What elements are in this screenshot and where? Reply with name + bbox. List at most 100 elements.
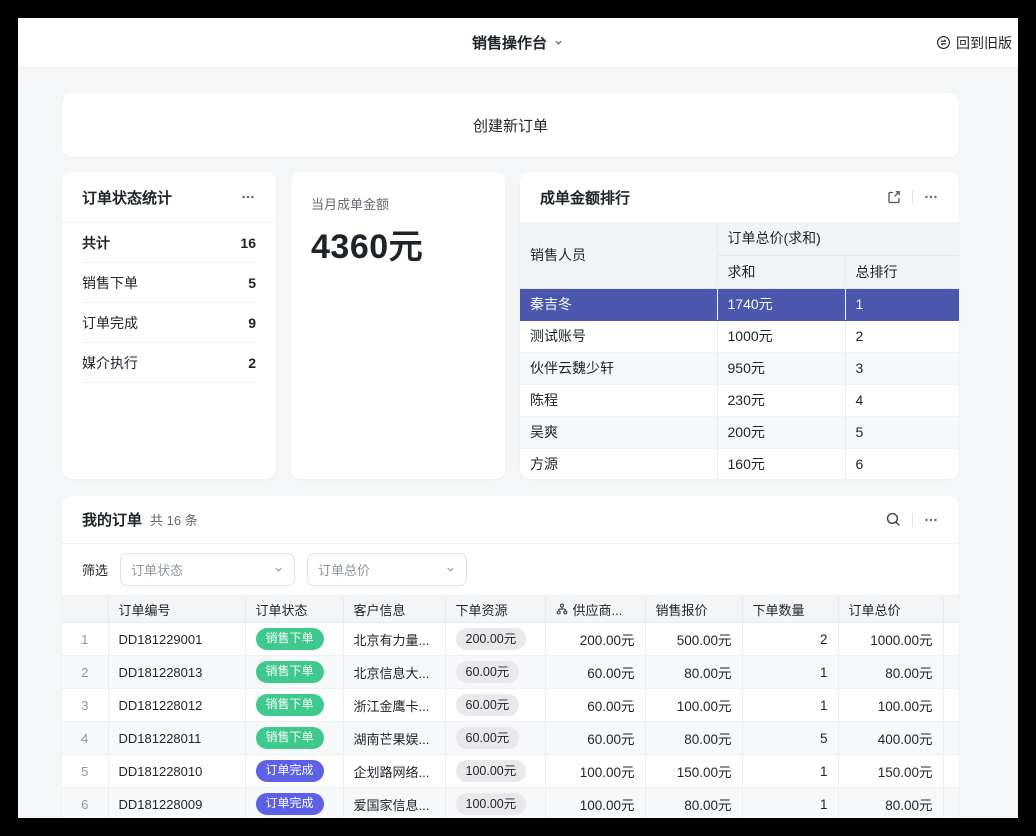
- chevron-down-icon: [273, 564, 284, 575]
- qty-cell: 1: [742, 656, 838, 689]
- person-name: 陈程: [520, 384, 717, 416]
- column-header-person[interactable]: 销售人员: [520, 222, 717, 288]
- more-icon[interactable]: [923, 189, 939, 205]
- filler-cell: [943, 788, 959, 819]
- monthly-amount-value: 4360元: [311, 219, 485, 268]
- table-row[interactable]: 3 DD181228012 销售下单 浙江金鹰卡... 60.00元 60.00…: [62, 689, 959, 722]
- create-order-button[interactable]: 创建新订单: [62, 93, 959, 157]
- row-number: 6: [62, 788, 108, 819]
- order-no-cell: DD181229001: [108, 623, 245, 656]
- search-icon[interactable]: [885, 511, 902, 528]
- column-header-filler: [943, 596, 959, 623]
- resource-cell: 60.00元: [445, 689, 545, 722]
- column-header-resource[interactable]: 下单资源: [445, 596, 545, 623]
- ranking-row[interactable]: 方源 160元 6: [520, 448, 959, 479]
- filler-cell: [943, 689, 959, 722]
- status-row-media[interactable]: 媒介执行 2: [82, 343, 256, 383]
- column-header-order-no[interactable]: 订单编号: [108, 596, 245, 623]
- table-row[interactable]: 5 DD181228010 订单完成 企划路网络... 100.00元 100.…: [62, 755, 959, 788]
- total-cell: 80.00元: [838, 788, 943, 819]
- table-row[interactable]: 2 DD181228013 销售下单 北京信息大... 60.00元 60.00…: [62, 656, 959, 689]
- column-header-total[interactable]: 订单总价: [838, 596, 943, 623]
- person-name: 伙伴云魏少轩: [520, 352, 717, 384]
- status-cell: 销售下单: [245, 722, 343, 755]
- order-status-filter-select[interactable]: 订单状态: [120, 553, 295, 586]
- column-header-supplier[interactable]: 供应商...: [545, 596, 645, 623]
- qty-cell: 5: [742, 722, 838, 755]
- status-label: 销售下单: [82, 273, 138, 293]
- resource-chip: 60.00元: [456, 661, 520, 683]
- rank-value: 1: [845, 288, 959, 320]
- resource-cell: 100.00元: [445, 755, 545, 788]
- open-in-new-icon[interactable]: [886, 189, 902, 205]
- total-cell: 100.00元: [838, 689, 943, 722]
- more-icon[interactable]: [923, 512, 939, 528]
- sum-value: 160元: [717, 448, 845, 479]
- sum-value: 200元: [717, 416, 845, 448]
- status-cell: 订单完成: [245, 755, 343, 788]
- supplier-cell: 100.00元: [545, 788, 645, 819]
- quote-cell: 80.00元: [645, 722, 742, 755]
- sum-value: 1740元: [717, 288, 845, 320]
- workspace-switcher[interactable]: 销售操作台: [472, 32, 564, 53]
- app-window: 销售操作台 回到旧版 创建新订单 订单状态统计: [18, 18, 1018, 818]
- ranking-row[interactable]: 吴爽 200元 5: [520, 416, 959, 448]
- column-header-customer[interactable]: 客户信息: [343, 596, 445, 623]
- order-total-filter-select[interactable]: 订单总价: [307, 553, 467, 586]
- row-number: 1: [62, 623, 108, 656]
- filler-cell: [943, 722, 959, 755]
- status-label: 订单完成: [82, 313, 138, 333]
- person-name: 测试账号: [520, 320, 717, 352]
- resource-cell: 60.00元: [445, 722, 545, 755]
- relation-field-icon: [556, 603, 568, 615]
- column-header-rank[interactable]: 总排行: [845, 255, 959, 288]
- status-row-complete[interactable]: 订单完成 9: [82, 303, 256, 343]
- back-to-old-version-button[interactable]: 回到旧版: [936, 18, 1014, 67]
- qty-cell: 1: [742, 755, 838, 788]
- order-no-cell: DD181228011: [108, 722, 245, 755]
- customer-cell: 爱国家信息...: [343, 788, 445, 819]
- orders-table: 订单编号 订单状态 客户信息 下单资源 供应商...: [62, 595, 959, 818]
- column-header-quote[interactable]: 销售报价: [645, 596, 742, 623]
- ranking-row[interactable]: 陈程 230元 4: [520, 384, 959, 416]
- order-no-cell: DD181228012: [108, 689, 245, 722]
- row-number: 2: [62, 656, 108, 689]
- supplier-cell: 60.00元: [545, 656, 645, 689]
- status-row-total[interactable]: 共计 16: [82, 223, 256, 263]
- customer-cell: 北京信息大...: [343, 656, 445, 689]
- filler-cell: [943, 755, 959, 788]
- ranking-row[interactable]: 伙伴云魏少轩 950元 3: [520, 352, 959, 384]
- table-row[interactable]: 1 DD181229001 销售下单 北京有力量... 200.00元 200.…: [62, 623, 959, 656]
- total-cell: 80.00元: [838, 656, 943, 689]
- ranking-row[interactable]: 测试账号 1000元 2: [520, 320, 959, 352]
- status-label: 媒介执行: [82, 353, 138, 373]
- status-value: 5: [248, 275, 256, 291]
- column-header-group[interactable]: 订单总价(求和): [717, 222, 959, 255]
- customer-cell: 浙江金鹰卡...: [343, 689, 445, 722]
- page-content: 创建新订单 订单状态统计 共计 16: [18, 68, 1018, 818]
- status-badge: 订单完成: [256, 793, 324, 815]
- divider: [912, 190, 913, 204]
- switch-version-icon: [936, 35, 951, 50]
- supplier-cell: 200.00元: [545, 623, 645, 656]
- column-header-status[interactable]: 订单状态: [245, 596, 343, 623]
- resource-chip: 100.00元: [456, 793, 527, 815]
- ranking-row[interactable]: 秦吉冬 1740元 1: [520, 288, 959, 320]
- create-order-label: 创建新订单: [473, 115, 548, 136]
- column-header-sum[interactable]: 求和: [717, 255, 845, 288]
- my-orders-title: 我的订单: [82, 509, 142, 530]
- more-icon[interactable]: [240, 189, 256, 205]
- order-total-filter-placeholder: 订单总价: [318, 560, 370, 579]
- table-row[interactable]: 4 DD181228011 销售下单 湖南芒果娱... 60.00元 60.00…: [62, 722, 959, 755]
- resource-chip: 200.00元: [456, 628, 527, 650]
- table-row[interactable]: 6 DD181228009 订单完成 爱国家信息... 100.00元 100.…: [62, 788, 959, 819]
- status-row-sales[interactable]: 销售下单 5: [82, 263, 256, 303]
- quote-cell: 100.00元: [645, 689, 742, 722]
- status-badge: 订单完成: [256, 760, 324, 782]
- resource-chip: 60.00元: [456, 694, 520, 716]
- supplier-cell: 60.00元: [545, 689, 645, 722]
- qty-cell: 2: [742, 623, 838, 656]
- status-cell: 订单完成: [245, 788, 343, 819]
- column-header-qty[interactable]: 下单数量: [742, 596, 838, 623]
- total-cell: 1000.00元: [838, 623, 943, 656]
